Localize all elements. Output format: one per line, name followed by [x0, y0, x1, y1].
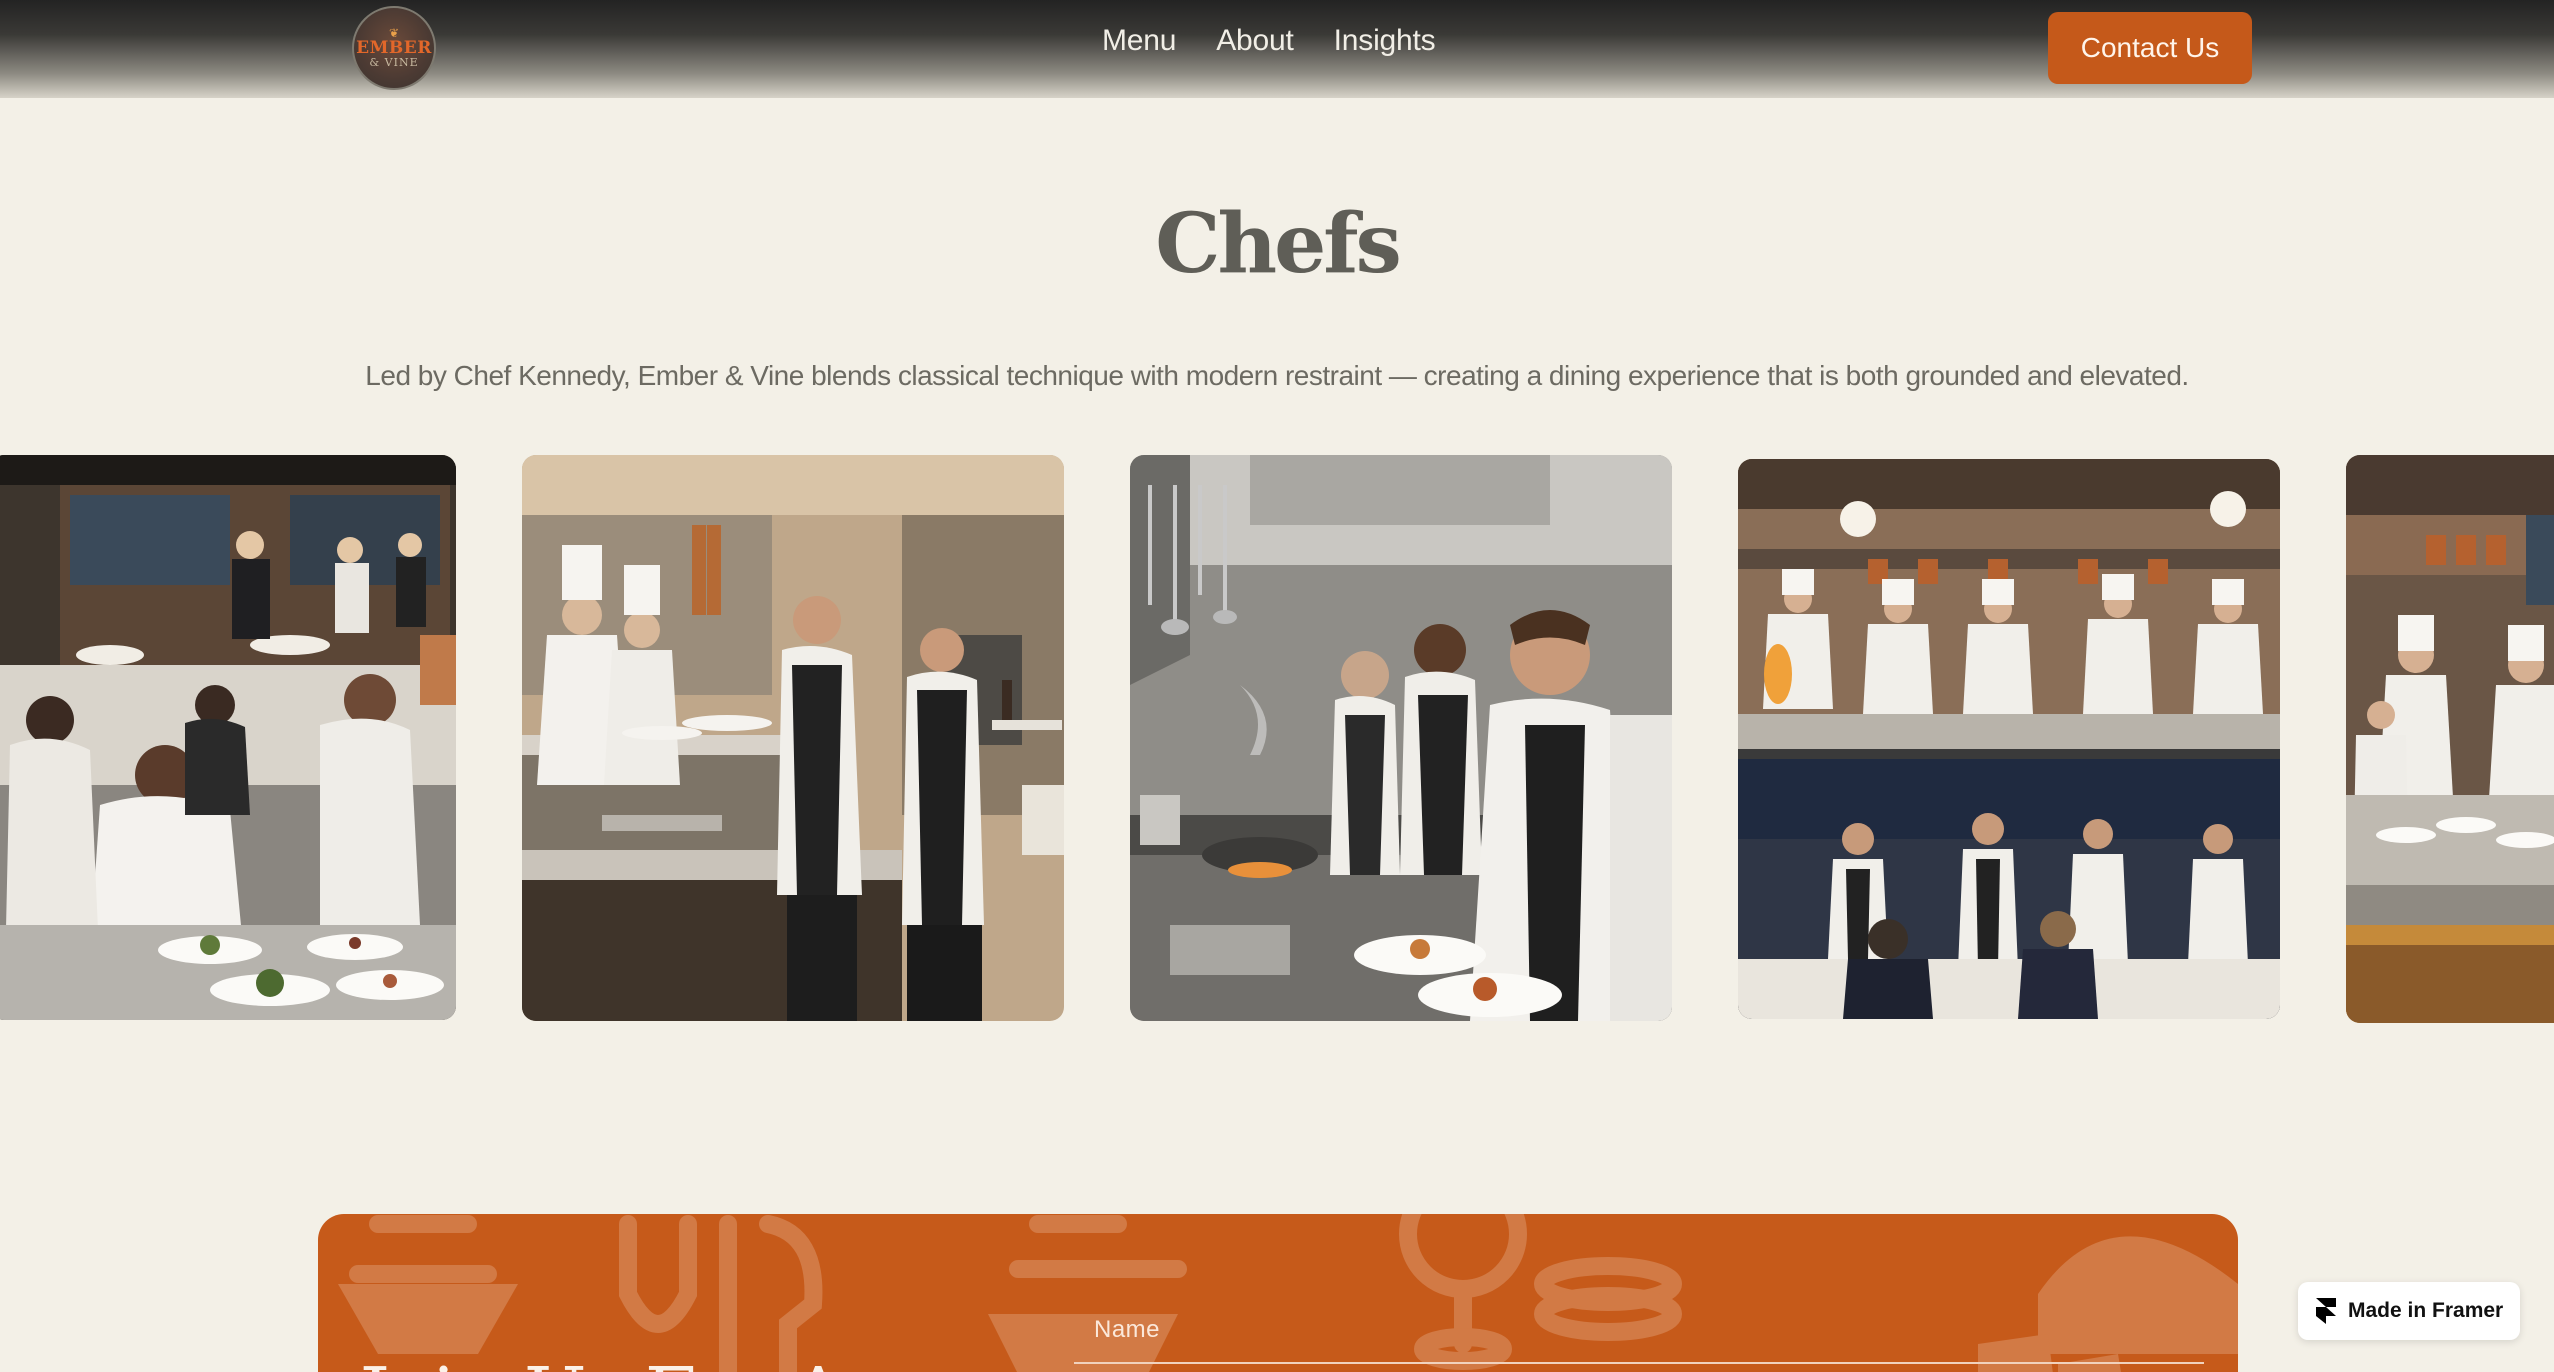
section-title: Chefs [1155, 196, 1402, 292]
main-nav: Menu About Insights [1102, 24, 1436, 58]
nav-insights-link[interactable]: Insights [1334, 24, 1436, 58]
name-field-label: Name [1094, 1316, 1161, 1343]
logo-text-ember: EMBER [356, 38, 432, 58]
made-in-framer-badge[interactable]: Made in Framer [2298, 1282, 2520, 1340]
chefs-gallery[interactable] [0, 455, 2554, 1025]
logo-text-vine: & VINE [369, 56, 419, 69]
site-header: ❦ EMBER & VINE Menu About Insights Conta… [0, 0, 2554, 98]
section-subtitle: Led by Chef Kennedy, Ember & Vine blends… [365, 360, 2189, 391]
servers-at-pass-photo [522, 455, 1064, 1021]
contact-us-button[interactable]: Contact Us [2048, 12, 2252, 84]
name-field[interactable] [1074, 1362, 2204, 1364]
framer-icon [2316, 1298, 2336, 1324]
page: ❦ EMBER & VINE Menu About Insights Conta… [0, 0, 2554, 1372]
chefs-cooking-photo [1130, 455, 1672, 1021]
kitchen-and-dining-photo [1738, 459, 2280, 1019]
framer-badge-label: Made in Framer [2348, 1299, 2504, 1322]
nav-menu-link[interactable]: Menu [1102, 24, 1176, 58]
reservation-heading: Join Us For A [360, 1352, 845, 1372]
reservation-panel: Join Us For A Name [318, 1214, 2238, 1372]
kitchen-line-photo [2346, 455, 2554, 1023]
ember-vine-logo[interactable]: ❦ EMBER & VINE [352, 6, 436, 90]
nav-about-link[interactable]: About [1216, 24, 1294, 58]
cutlery-pattern-icon [338, 1214, 2238, 1372]
chefs-plating-photo [0, 455, 456, 1020]
